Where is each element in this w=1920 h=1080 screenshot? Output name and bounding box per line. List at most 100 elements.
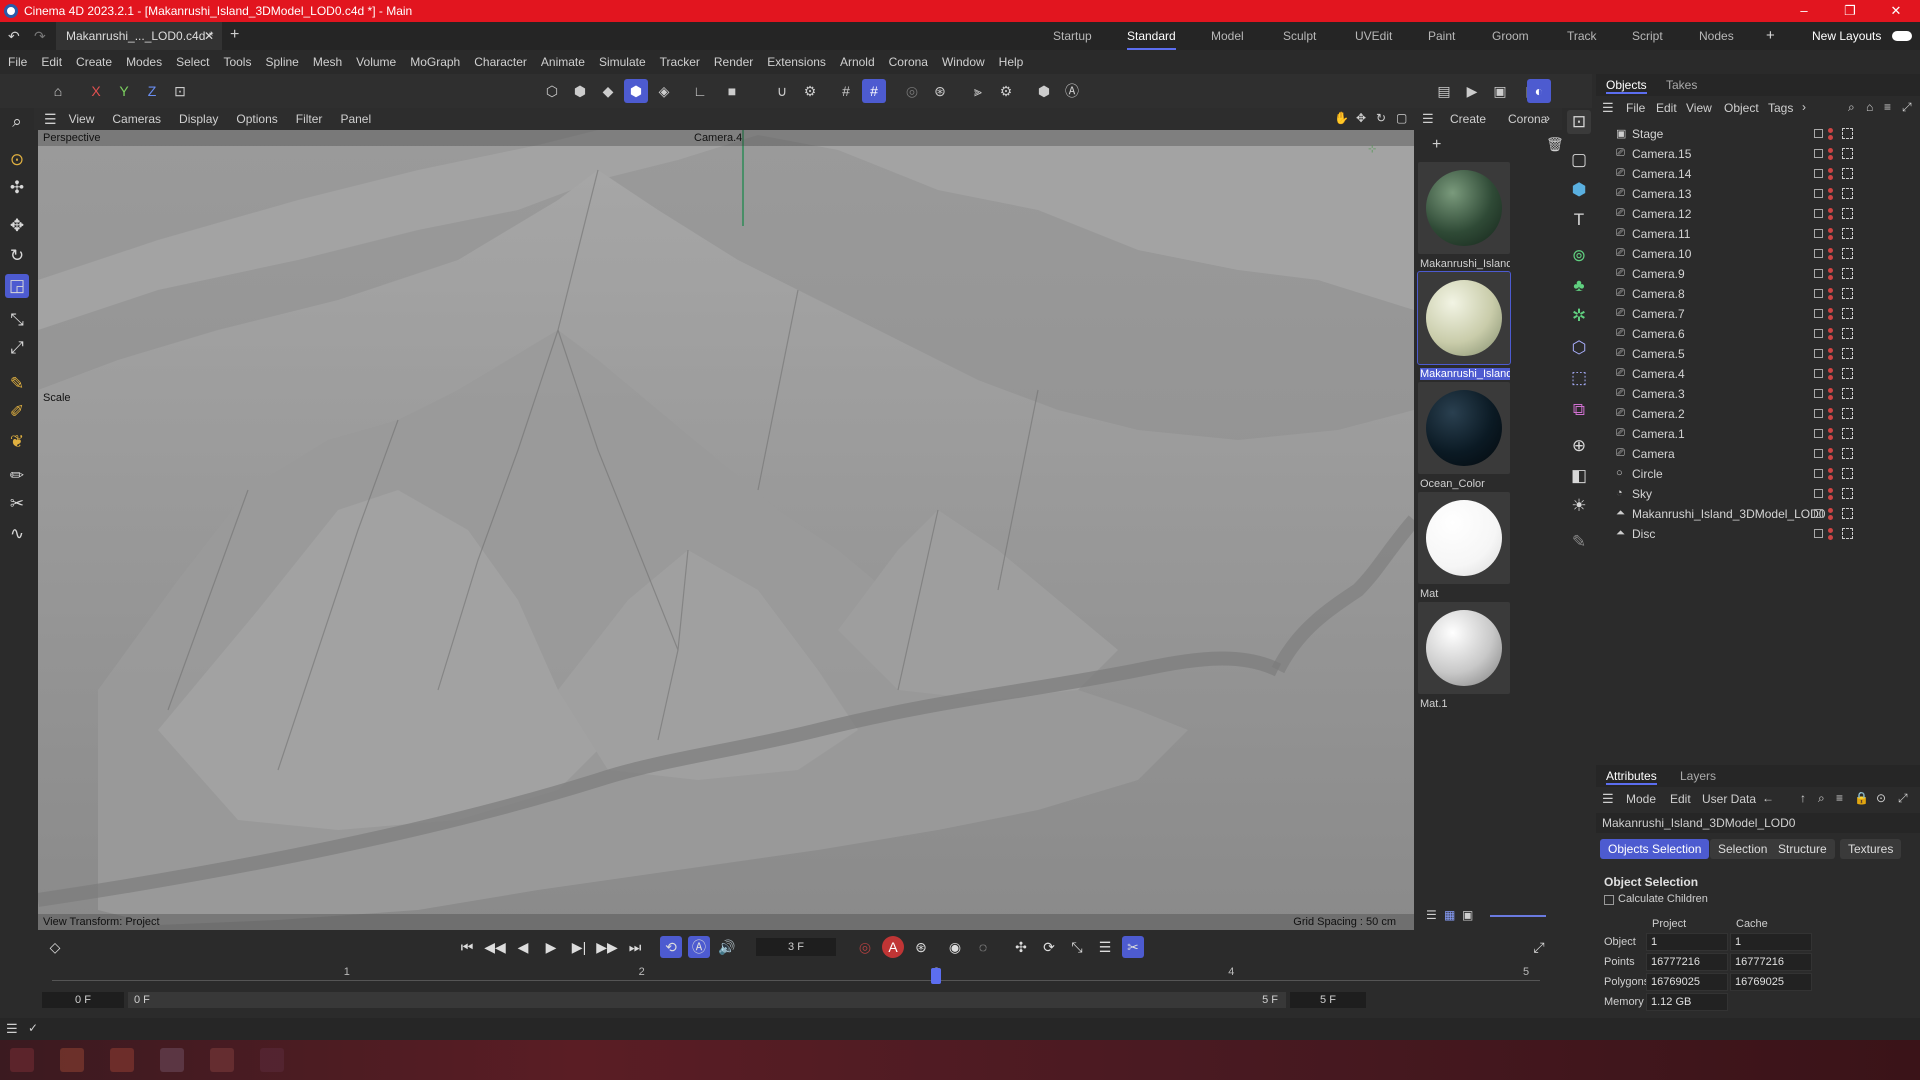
object-row[interactable]: ⎚ Camera.1 [1596, 424, 1920, 444]
tag-icon[interactable] [1842, 208, 1853, 219]
tag-icon[interactable] [1842, 268, 1853, 279]
taskbar-app-icon[interactable] [10, 1048, 34, 1072]
rotate-tool-icon[interactable]: ↻ [5, 244, 29, 268]
taskbar-app-icon[interactable] [260, 1048, 284, 1072]
x-axis-button[interactable]: X [84, 79, 108, 103]
taskbar-app-icon[interactable] [210, 1048, 234, 1072]
timeline-playhead[interactable] [931, 968, 942, 984]
object-row[interactable]: ⎚ Camera.6 [1596, 324, 1920, 344]
layer-checkbox[interactable] [1814, 389, 1823, 398]
object-row[interactable]: ⎚ Camera.10 [1596, 244, 1920, 264]
rotate-view-icon[interactable]: ↻ [1376, 111, 1386, 125]
layer-checkbox[interactable] [1814, 489, 1823, 498]
object-menu-icon[interactable]: ☰ [1602, 100, 1614, 116]
close-tab-icon[interactable]: ✕ [204, 22, 214, 50]
go-to-start-icon[interactable]: ⏮ [456, 936, 478, 958]
menu-create[interactable]: Create [76, 55, 112, 69]
viewport-menu-view[interactable]: View [69, 112, 95, 126]
current-frame-field[interactable]: 3 F [756, 938, 836, 956]
object-row[interactable]: ▣ Stage [1596, 124, 1920, 144]
tag-icon[interactable] [1842, 348, 1853, 359]
points-mode-icon[interactable]: ⬡ [540, 79, 564, 103]
menu-tracker[interactable]: Tracker [660, 55, 700, 69]
layer-checkbox[interactable] [1814, 169, 1823, 178]
tag-icon[interactable] [1842, 128, 1853, 139]
symmetry-icon[interactable]: ⫸ [966, 79, 990, 103]
knife-tool-icon[interactable]: ✂ [5, 492, 29, 516]
scale-key-icon[interactable]: ⤡ [1066, 936, 1088, 958]
cloner-icon[interactable]: ♣ [1567, 274, 1591, 298]
render-visibility-dot[interactable] [1828, 395, 1833, 400]
layer-checkbox[interactable] [1814, 249, 1823, 258]
live-render-icon[interactable]: ◐ [1527, 79, 1551, 103]
tag-icon[interactable] [1842, 488, 1853, 499]
axis-mode-icon[interactable]: ∟ [688, 79, 712, 103]
clapper-icon[interactable]: ▤ [1432, 79, 1456, 103]
layout-tab-standard[interactable]: Standard [1127, 22, 1176, 50]
y-axis-button[interactable]: Y [112, 79, 136, 103]
editor-visibility-dot[interactable] [1828, 308, 1833, 313]
render-visibility-dot[interactable] [1828, 275, 1833, 280]
layout-tab-nodes[interactable]: Nodes [1699, 22, 1734, 50]
editor-visibility-dot[interactable] [1828, 508, 1833, 513]
layer-checkbox[interactable] [1814, 369, 1823, 378]
selection-button[interactable]: Selection [1710, 839, 1776, 859]
grid-view-icon[interactable]: ▦ [1444, 908, 1455, 922]
viewport-menu-options[interactable]: Options [236, 112, 277, 126]
snap-settings-icon[interactable]: ⚙ [798, 79, 822, 103]
material-thumb[interactable] [1418, 492, 1510, 584]
menu-tools[interactable]: Tools [223, 55, 251, 69]
object-row[interactable]: ⎚ Camera.2 [1596, 404, 1920, 424]
object-row[interactable]: ○ Circle [1596, 464, 1920, 484]
volume-icon[interactable]: ⧉ [1567, 398, 1591, 422]
editor-visibility-dot[interactable] [1828, 288, 1833, 293]
object-row[interactable]: ⎚ Camera.5 [1596, 344, 1920, 364]
taskbar-app-icon[interactable] [160, 1048, 184, 1072]
menu-select[interactable]: Select [176, 55, 209, 69]
editor-visibility-dot[interactable] [1828, 268, 1833, 273]
object-manager-icon[interactable]: ⊡ [1567, 110, 1591, 134]
search-icon[interactable]: ⌕ [1848, 100, 1855, 115]
menu-modes[interactable]: Modes [126, 55, 162, 69]
add-material-icon[interactable]: + [1432, 136, 1441, 154]
edges-mode-icon[interactable]: ⬢ [568, 79, 592, 103]
record-disabled-icon[interactable]: ◎ [854, 936, 876, 958]
material-thumb[interactable] [1418, 162, 1510, 254]
render-settings-icon[interactable]: ⊛ [928, 79, 952, 103]
pan-view-icon[interactable]: ✋ [1334, 111, 1349, 125]
editor-visibility-dot[interactable] [1828, 428, 1833, 433]
live-select-icon[interactable]: ✣ [5, 176, 29, 200]
thumbnail-size-slider[interactable] [1490, 915, 1546, 917]
material-thumb[interactable] [1418, 602, 1510, 694]
spline-smooth-icon[interactable]: ∿ [5, 522, 29, 546]
material-thumb[interactable] [1418, 382, 1510, 474]
coordinate-system-icon[interactable]: ⊡ [168, 79, 192, 103]
editor-visibility-dot[interactable] [1828, 448, 1833, 453]
render-visibility-dot[interactable] [1828, 375, 1833, 380]
cube-icon[interactable]: ⬢ [1567, 178, 1591, 202]
editor-visibility-dot[interactable] [1828, 208, 1833, 213]
material-menu-icon[interactable]: ☰ [1422, 111, 1434, 127]
menu-corona[interactable]: Corona [889, 55, 928, 69]
render-visibility-dot[interactable] [1828, 135, 1833, 140]
tag-icon[interactable] [1842, 368, 1853, 379]
z-axis-button[interactable]: Z [140, 79, 164, 103]
point-level-animation-icon[interactable]: ✂ [1122, 936, 1144, 958]
editor-visibility-dot[interactable] [1828, 188, 1833, 193]
timeline-graph-icon[interactable]: ⤢ [1528, 936, 1550, 958]
settings-icon[interactable]: ⊙ [1876, 791, 1886, 805]
editor-visibility-dot[interactable] [1828, 228, 1833, 233]
object-row[interactable]: ⎚ Camera.12 [1596, 204, 1920, 224]
document-tab[interactable]: Makanrushi_..._LOD0.c4d * ✕ [56, 22, 222, 50]
calculate-children-checkbox[interactable] [1604, 895, 1614, 905]
object-row[interactable]: ⎚ Camera [1596, 444, 1920, 464]
scale-tool-icon[interactable]: ◲ [5, 274, 29, 298]
editor-visibility-dot[interactable] [1828, 348, 1833, 353]
menu-window[interactable]: Window [942, 55, 985, 69]
tag-icon[interactable] [1842, 468, 1853, 479]
minimize-button[interactable]: – [1781, 0, 1827, 22]
tag-icon[interactable] [1842, 288, 1853, 299]
deformer-icon[interactable]: ⬡ [1567, 336, 1591, 360]
material-thumb-selected[interactable] [1417, 271, 1511, 365]
tab-takes[interactable]: Takes [1666, 78, 1697, 92]
